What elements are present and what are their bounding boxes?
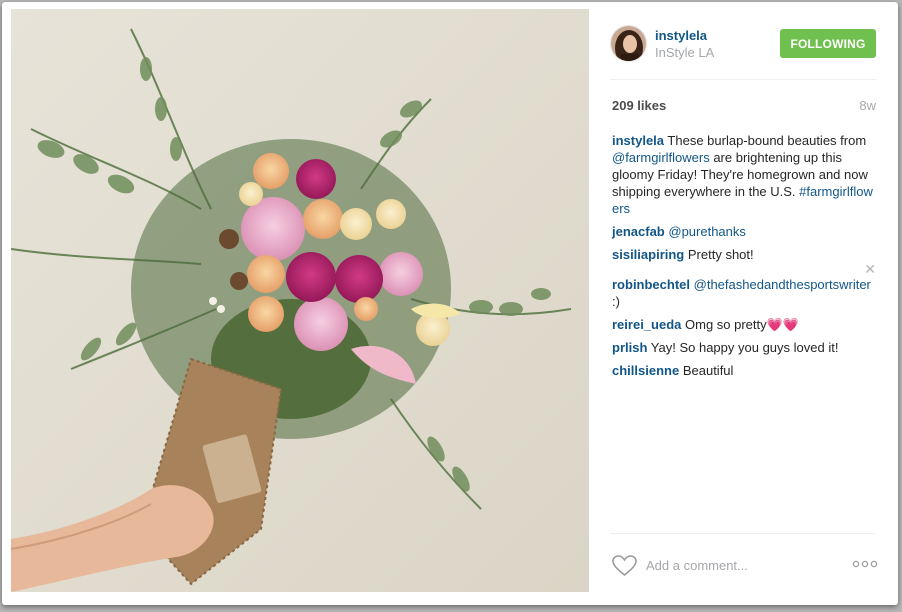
comment-text: Beautiful (682, 363, 734, 378)
comments-list: instylela These burlap-bound beauties fr… (612, 132, 876, 385)
comment-mention[interactable]: @purethanks (668, 224, 746, 239)
caption-username[interactable]: instylela (612, 133, 664, 148)
avatar[interactable] (610, 25, 647, 62)
avatar-image (611, 26, 646, 61)
comment-mention[interactable]: @thefashedandthesportswriter (694, 277, 871, 292)
comment-item: ✕ robinbechtel @thefashedandthesportswri… (612, 261, 876, 310)
add-comment-input[interactable] (646, 554, 826, 576)
comment-username[interactable]: chillsienne (612, 363, 679, 378)
following-button[interactable]: FOLLOWING (780, 29, 876, 58)
post-details-panel: instylela InStyle LA FOLLOWING 209 likes… (610, 2, 890, 605)
like-heart-icon[interactable] (612, 555, 637, 577)
close-icon[interactable]: ✕ (864, 261, 876, 278)
post-age: 8w (859, 98, 876, 113)
comment-username[interactable]: jenacfab (612, 224, 665, 239)
comment-username[interactable]: sisiliapiring (612, 247, 684, 262)
comment-text: Pretty shot! (687, 247, 754, 262)
caption: instylela These burlap-bound beauties fr… (612, 132, 876, 217)
flower-bouquet-photo (11, 9, 589, 592)
comment-item: reirei_ueda Omg so pretty💗💗 (612, 316, 876, 333)
comment-username[interactable]: robinbechtel (612, 277, 690, 292)
post-card: instylela InStyle LA FOLLOWING 209 likes… (2, 2, 898, 605)
header-divider (610, 79, 876, 80)
comment-username[interactable]: prlish (612, 340, 647, 355)
comment-item: sisiliapiring Pretty shot! (612, 246, 876, 263)
caption-mention[interactable]: @farmgirlflowers (612, 150, 710, 165)
comment-text: Omg so pretty (685, 317, 767, 332)
likes-count[interactable]: 209 likes (612, 98, 666, 113)
comment-text: Yay! So happy you guys loved it! (650, 340, 839, 355)
comment-text: :) (612, 294, 620, 309)
footer-divider (610, 533, 876, 534)
more-options-icon[interactable] (852, 557, 878, 571)
post-location[interactable]: InStyle LA (655, 45, 714, 60)
comment-item: prlish Yay! So happy you guys loved it! (612, 339, 876, 356)
comment-item: chillsienne Beautiful (612, 362, 876, 379)
post-photo[interactable] (11, 9, 589, 592)
post-author-username[interactable]: instylela (655, 28, 707, 43)
caption-text-1: These burlap-bound beauties from (667, 133, 867, 148)
comment-username[interactable]: reirei_ueda (612, 317, 681, 332)
comment-item: jenacfab @purethanks (612, 223, 876, 240)
heart-emoji-icon: 💗💗 (766, 317, 800, 332)
